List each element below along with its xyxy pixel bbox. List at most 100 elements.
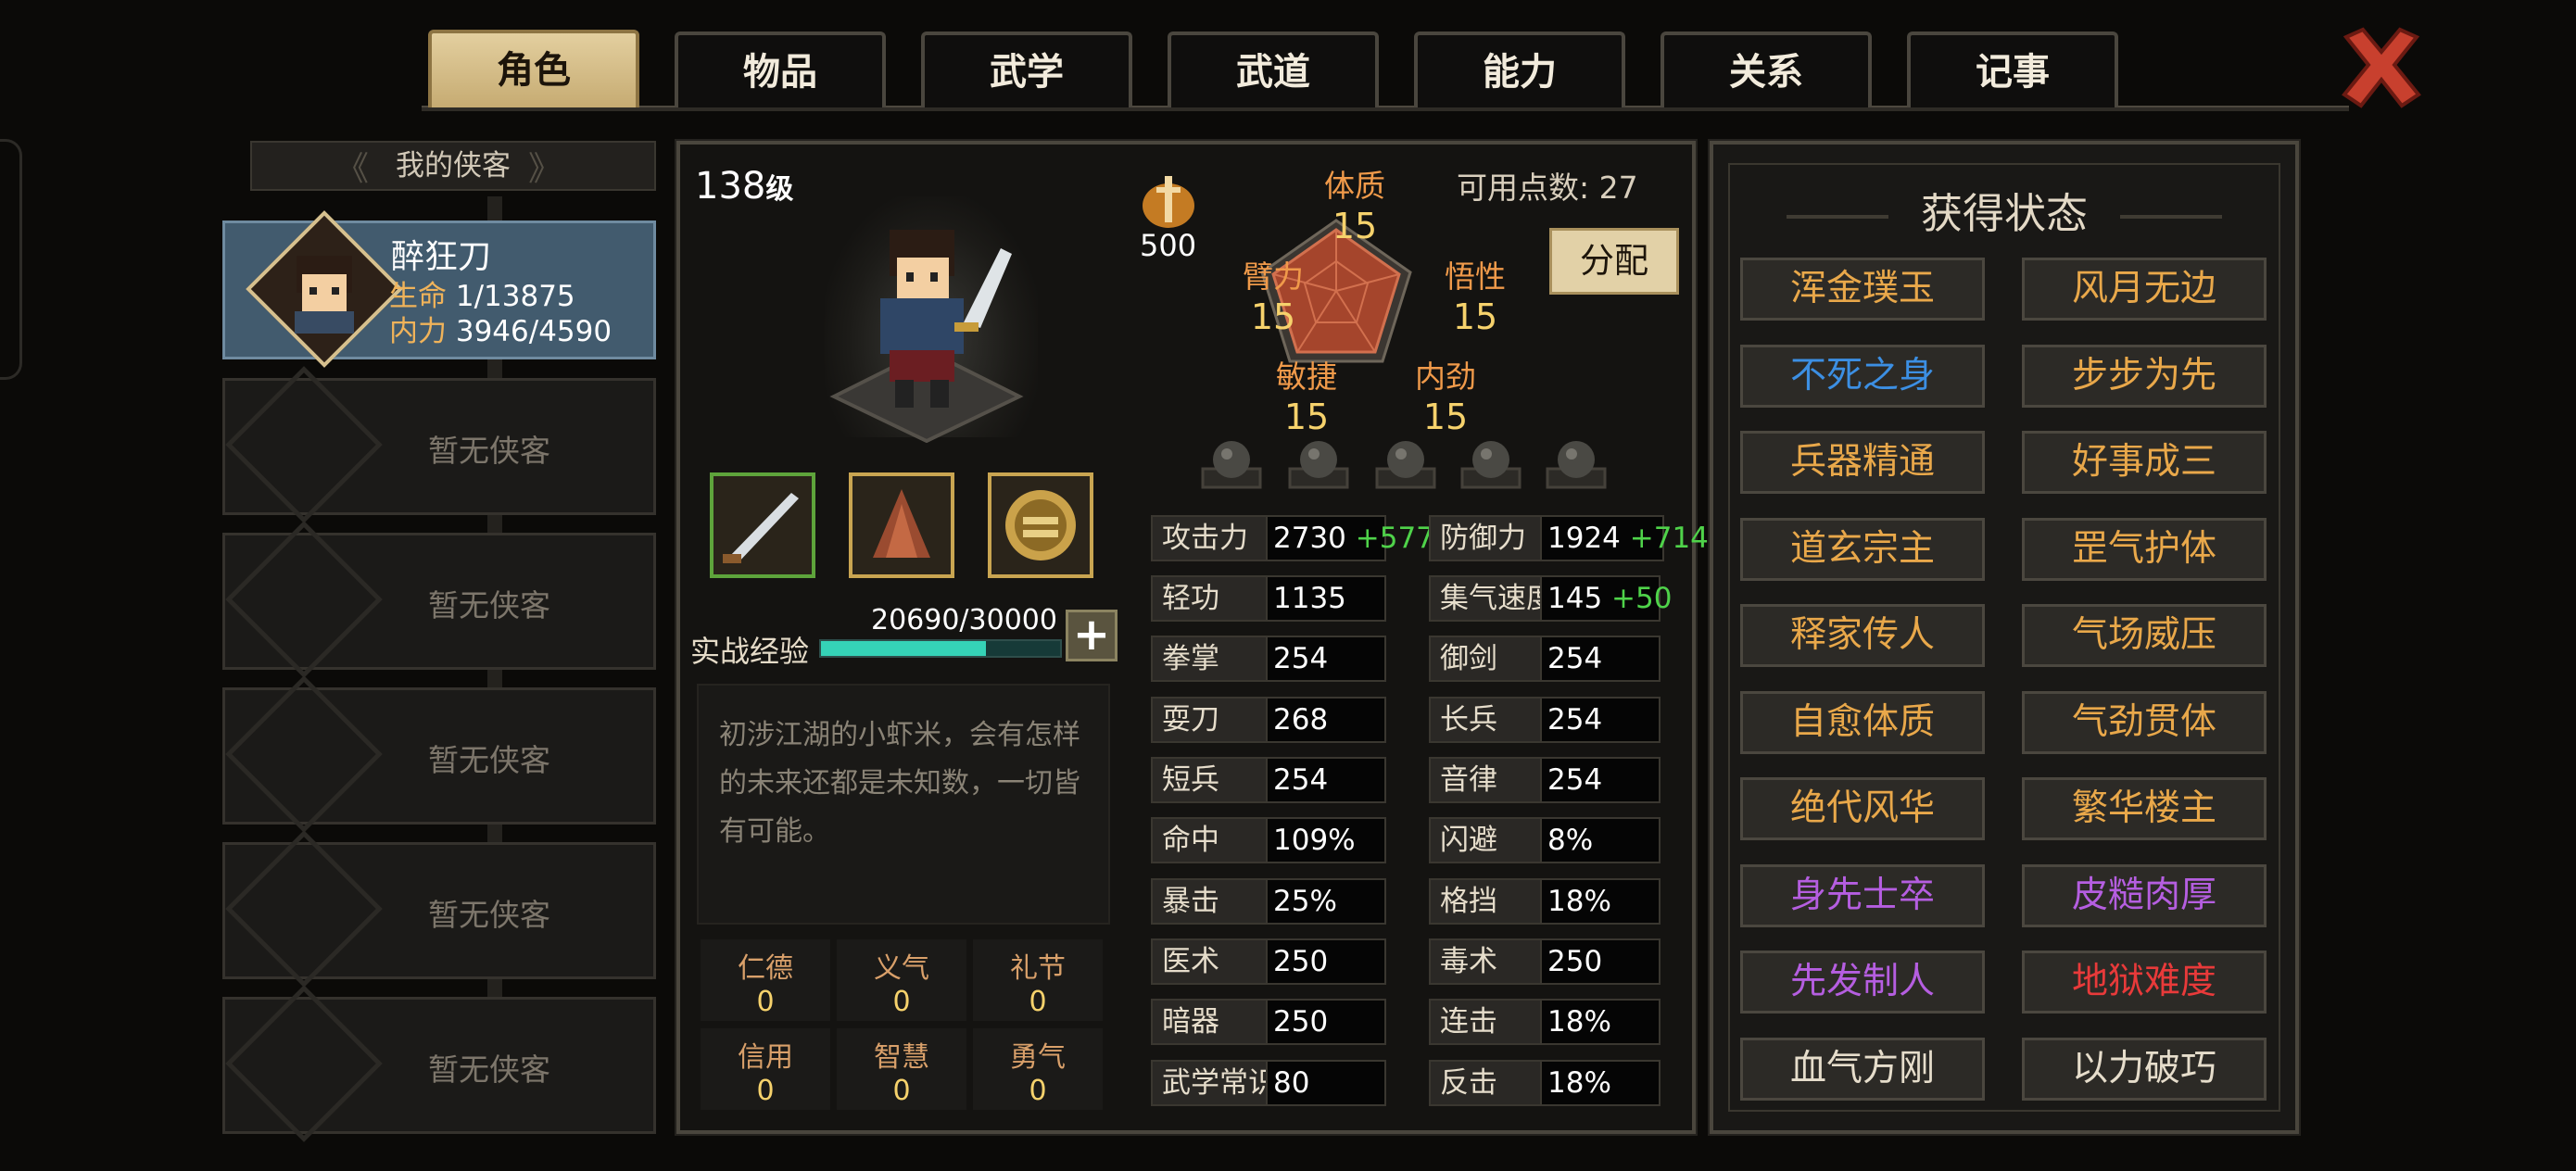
level-suffix: 级 bbox=[765, 173, 794, 206]
stat-label: 长兵 bbox=[1429, 697, 1547, 743]
socket-orb-icon[interactable] bbox=[1458, 435, 1523, 491]
status-badge[interactable]: 罡气护体 bbox=[2022, 517, 2267, 581]
status-badge[interactable]: 先发制人 bbox=[1740, 951, 1985, 1014]
available-points-value: 27 bbox=[1598, 170, 1638, 206]
virtue-label: 礼节 bbox=[1010, 952, 1066, 985]
stat-label: 暗器 bbox=[1151, 999, 1269, 1045]
status-badge[interactable]: 气劲贯体 bbox=[2022, 690, 2267, 754]
attr-label: 内劲 bbox=[1415, 359, 1476, 395]
empty-slot-label: 暂无侠客 bbox=[428, 897, 550, 933]
sword-power-icon bbox=[1143, 176, 1194, 228]
status-badge[interactable]: 释家传人 bbox=[1740, 604, 1985, 667]
chevron-right-icon: 》 bbox=[527, 150, 562, 188]
attr-label: 悟性 bbox=[1445, 258, 1506, 295]
status-badge[interactable]: 步步为先 bbox=[2022, 344, 2267, 408]
status-badge[interactable]: 兵器精通 bbox=[1740, 431, 1985, 494]
status-badge[interactable]: 不死之身 bbox=[1740, 344, 1985, 408]
virtue-label: 义气 bbox=[874, 952, 929, 985]
stat-value: 1924 +714 bbox=[1540, 515, 1709, 561]
virtue-value: 0 bbox=[892, 986, 911, 1018]
stat-value: 254 bbox=[1266, 636, 1386, 682]
stat-label: 暴击 bbox=[1151, 878, 1269, 925]
status-badge[interactable]: 浑金璞玉 bbox=[1740, 258, 1985, 321]
empty-slot-label: 暂无侠客 bbox=[428, 1051, 550, 1088]
virtue-trust: 信用 0 bbox=[701, 1028, 830, 1110]
virtue-value: 0 bbox=[1029, 986, 1047, 1018]
status-badge[interactable]: 风月无边 bbox=[2022, 258, 2267, 321]
stat-label: 短兵 bbox=[1151, 757, 1269, 803]
status-badge[interactable]: 自愈体质 bbox=[1740, 690, 1985, 754]
status-badge[interactable]: 身先士卒 bbox=[1740, 863, 1985, 927]
tab-journal[interactable]: 记事 bbox=[1907, 31, 2118, 107]
virtue-value: 0 bbox=[892, 1075, 911, 1107]
socket-orb-icon[interactable] bbox=[1199, 435, 1264, 491]
exp-label: 实战经验 bbox=[690, 634, 810, 669]
stat-value: 254 bbox=[1266, 757, 1386, 803]
status-badge[interactable]: 道玄宗主 bbox=[1740, 517, 1985, 581]
stat-label: 命中 bbox=[1151, 817, 1269, 863]
stat-value: 268 bbox=[1266, 697, 1386, 743]
status-badge[interactable]: 血气方刚 bbox=[1740, 1037, 1985, 1101]
cloak-icon bbox=[873, 489, 930, 558]
stat-value: 8% bbox=[1540, 817, 1661, 863]
equip-weapon-slot[interactable] bbox=[710, 472, 815, 578]
equip-armor-slot[interactable] bbox=[849, 472, 954, 578]
tab-martial-path[interactable]: 武道 bbox=[1168, 31, 1379, 107]
stat-label: 武学常识 bbox=[1151, 1060, 1277, 1106]
status-badge[interactable]: 繁华楼主 bbox=[2022, 777, 2267, 840]
tab-abilities[interactable]: 能力 bbox=[1414, 31, 1625, 107]
socket-orb-icon[interactable] bbox=[1286, 435, 1351, 491]
status-badge[interactable]: 气场威压 bbox=[2022, 604, 2267, 667]
exp-value: 20690/30000 bbox=[871, 604, 1057, 636]
level-value: 138 bbox=[695, 165, 766, 208]
socket-orb-icon[interactable] bbox=[1544, 435, 1609, 491]
attr-value: 15 bbox=[1452, 296, 1498, 337]
status-badge[interactable]: 皮糙肉厚 bbox=[2022, 863, 2267, 927]
virtue-label: 勇气 bbox=[1010, 1041, 1066, 1074]
virtue-label: 智慧 bbox=[874, 1041, 929, 1074]
empty-slot-label: 暂无侠客 bbox=[428, 587, 550, 623]
virtue-courage: 勇气 0 bbox=[973, 1028, 1103, 1110]
virtue-label: 信用 bbox=[738, 1041, 793, 1074]
assign-points-button[interactable]: 分配 bbox=[1549, 228, 1679, 295]
status-title: 获得状态 bbox=[1920, 189, 2088, 238]
empty-slot-label: 暂无侠客 bbox=[428, 742, 550, 778]
stat-value: 254 bbox=[1540, 757, 1661, 803]
stat-label: 耍刀 bbox=[1151, 697, 1269, 743]
attr-insight: 悟性 15 bbox=[1431, 252, 1520, 337]
status-badge[interactable]: 地狱难度 bbox=[2022, 951, 2267, 1014]
virtue-label: 仁德 bbox=[738, 952, 793, 985]
stat-label: 轻功 bbox=[1151, 575, 1269, 622]
socket-orb-icon[interactable] bbox=[1373, 435, 1438, 491]
stat-value: 254 bbox=[1540, 697, 1661, 743]
stat-label: 拳掌 bbox=[1151, 636, 1269, 682]
attr-label: 敏捷 bbox=[1276, 359, 1337, 395]
stat-value: 254 bbox=[1540, 636, 1661, 682]
stat-value: 18% bbox=[1540, 878, 1661, 925]
stat-label: 集气速度 bbox=[1429, 575, 1555, 622]
stat-number: 145 bbox=[1547, 582, 1603, 615]
tab-items[interactable]: 物品 bbox=[675, 31, 886, 107]
virtue-benevolence: 仁德 0 bbox=[701, 939, 830, 1021]
stat-number: 1924 bbox=[1547, 522, 1621, 555]
hero-mp: 内力 3946/4590 bbox=[389, 308, 612, 349]
stat-label: 反击 bbox=[1429, 1060, 1547, 1106]
status-badge[interactable]: 以力破巧 bbox=[2022, 1037, 2267, 1101]
sword-power-value: 500 bbox=[1140, 228, 1197, 263]
equip-accessory-slot[interactable] bbox=[988, 472, 1093, 578]
close-icon[interactable] bbox=[2335, 20, 2428, 113]
roster-header: 《 我的侠客 》 bbox=[250, 141, 656, 191]
add-exp-button[interactable]: + bbox=[1066, 610, 1118, 661]
stat-value: 145 +50 bbox=[1540, 575, 1672, 622]
tab-martial-arts[interactable]: 武学 bbox=[921, 31, 1132, 107]
status-badge[interactable]: 绝代风华 bbox=[1740, 777, 1985, 840]
status-badge[interactable]: 好事成三 bbox=[2022, 431, 2267, 494]
tab-relations[interactable]: 关系 bbox=[1661, 31, 1872, 107]
stat-bonus: +577 bbox=[1355, 522, 1434, 555]
character-sprite-icon bbox=[829, 230, 1024, 443]
stat-value: 18% bbox=[1540, 1060, 1661, 1106]
stat-value: 80 bbox=[1266, 1060, 1386, 1106]
hero-name: 醉狂刀 bbox=[391, 238, 492, 276]
tab-character[interactable]: 角色 bbox=[428, 30, 639, 107]
stat-label: 闪避 bbox=[1429, 817, 1547, 863]
